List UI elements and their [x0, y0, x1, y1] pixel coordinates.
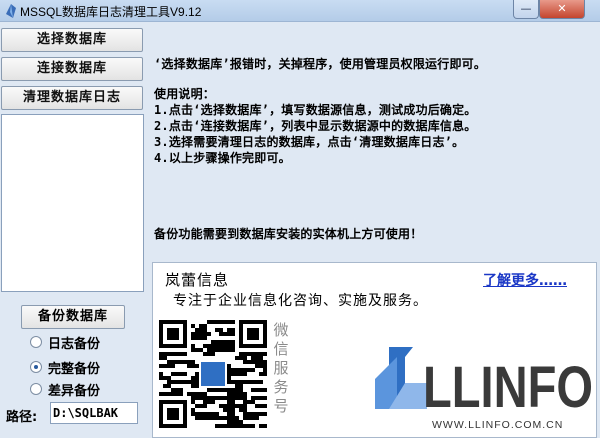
main-panel: ‘选择数据库’报错时，关掉程序，使用管理员权限运行即可。 使用说明： 1.点击‘…: [147, 22, 600, 438]
backup-option-full[interactable]: 完整备份: [30, 358, 101, 377]
backup-note: 备份功能需要到数据库安装的实体机上方可使用！: [154, 227, 423, 241]
logo-url: WWW.LLINFO.COM.CN: [432, 419, 564, 431]
wechat-char: 微: [273, 321, 289, 339]
clean-database-log-button[interactable]: 清理数据库日志: [1, 86, 143, 110]
warning-text: ‘选择数据库’报错时，关掉程序，使用管理员权限运行即可。: [154, 57, 487, 71]
connect-database-button[interactable]: 连接数据库: [1, 57, 143, 81]
company-slogan: 专注于企业信息化咨询、实施及服务。: [173, 293, 428, 309]
usage-step: 4.以上步骤操作完即可。: [154, 151, 291, 165]
wechat-char: 信: [273, 340, 289, 358]
usage-title: 使用说明：: [154, 87, 216, 101]
llinfo-logo: LLINFO: [375, 347, 593, 415]
backup-option-label: 差异备份: [48, 383, 101, 399]
database-list[interactable]: [1, 114, 144, 292]
learn-more-link[interactable]: 了解更多……: [483, 270, 567, 290]
path-label: 路径:: [6, 410, 38, 425]
window-title: MSSQL数据库日志清理工具V9.12: [20, 5, 202, 19]
close-button[interactable]: ✕: [539, 0, 585, 19]
wechat-char: 服: [273, 359, 289, 377]
usage-step: 2.点击‘连接数据库’，列表中显示数据源中的数据库信息。: [154, 119, 477, 133]
usage-step: 3.选择需要清理日志的数据库，点击‘清理数据库日志’。: [154, 135, 465, 149]
backup-option-log[interactable]: 日志备份: [30, 333, 101, 352]
company-name: 岚蕾信息: [165, 271, 230, 289]
radio-selected-icon[interactable]: [30, 361, 42, 373]
logo-text: LLINFO: [423, 355, 593, 415]
backup-option-differential[interactable]: 差异备份: [30, 380, 101, 399]
wechat-char: 务: [273, 378, 289, 396]
ad-panel: 岚蕾信息 了解更多…… 专注于企业信息化咨询、实施及服务。 微 信 服 务 号 …: [152, 262, 597, 438]
app-icon: [6, 4, 16, 18]
title-bar: MSSQL数据库日志清理工具V9.12 — ✕: [0, 0, 600, 22]
backup-option-label: 日志备份: [48, 336, 101, 352]
backup-database-button[interactable]: 备份数据库: [21, 305, 125, 329]
wechat-char: 号: [273, 397, 289, 415]
usage-step: 1.点击‘选择数据库’，填写数据源信息，测试成功后确定。: [154, 103, 477, 117]
select-database-button[interactable]: 选择数据库: [1, 28, 143, 52]
left-pane: 选择数据库 连接数据库 清理数据库日志 备份数据库 日志备份 完整备份 差异备份…: [0, 22, 147, 438]
backup-option-label: 完整备份: [48, 361, 101, 377]
wechat-qr-code: [159, 320, 267, 428]
radio-icon[interactable]: [30, 383, 42, 395]
backup-path-input[interactable]: D:\SQLBAK: [50, 402, 138, 424]
radio-icon[interactable]: [30, 336, 42, 348]
minimize-button[interactable]: —: [513, 0, 539, 19]
wechat-service-label: 微 信 服 务 号: [272, 321, 290, 416]
